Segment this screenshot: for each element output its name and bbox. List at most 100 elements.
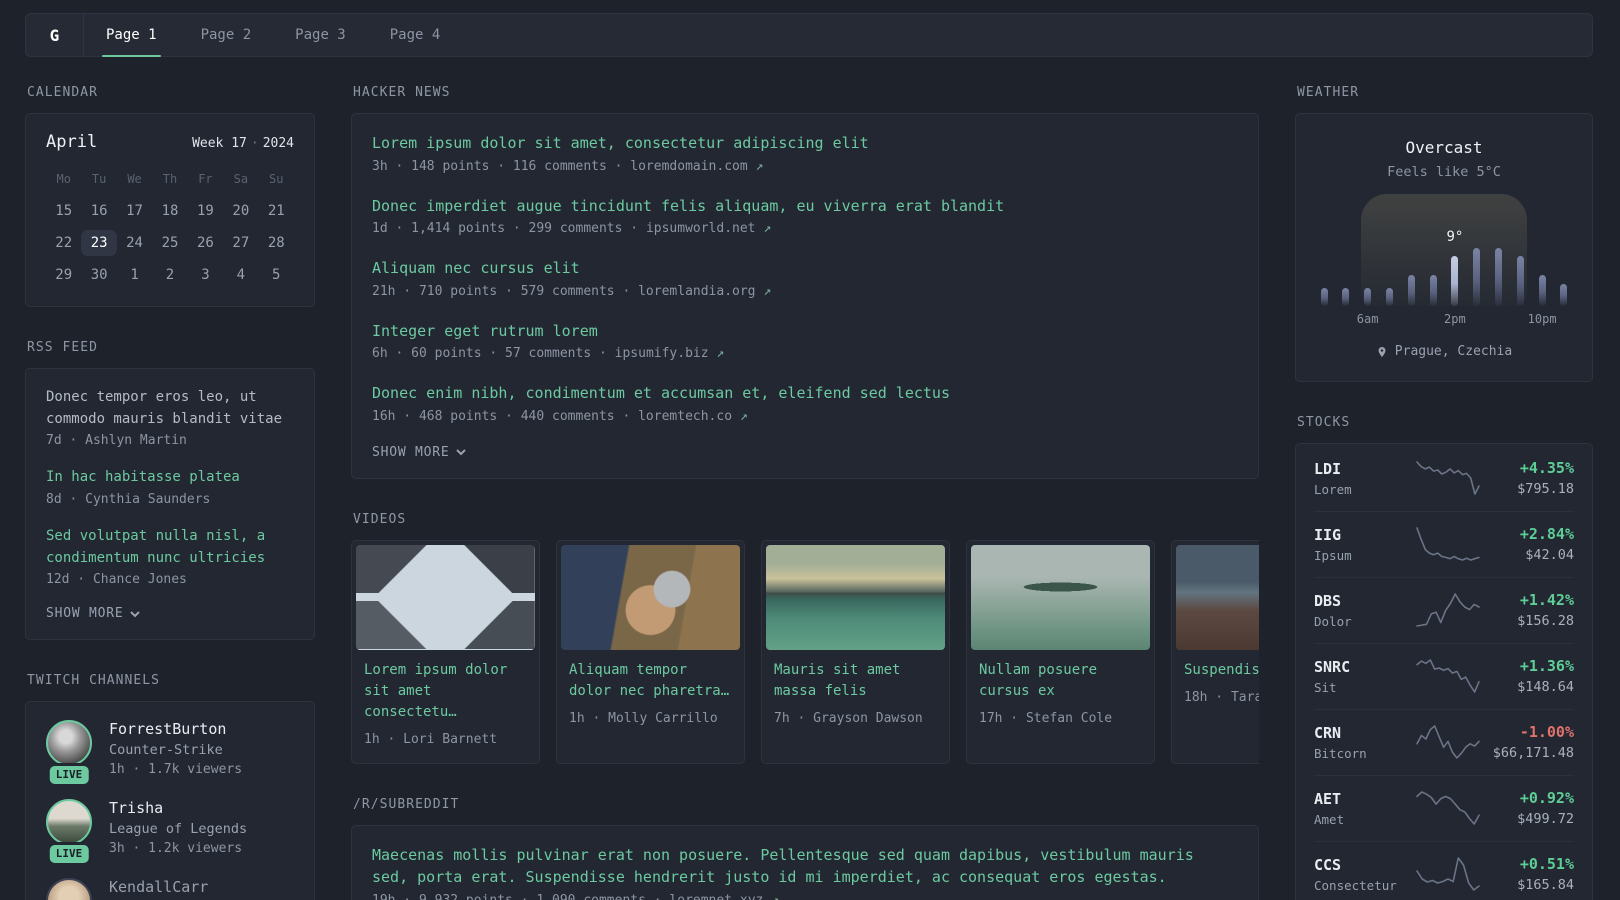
weather-axis-label <box>1516 312 1524 326</box>
weather-bar <box>1473 248 1481 306</box>
hn-item-title[interactable]: Donec imperdiet augue tincidunt felis al… <box>372 195 1238 218</box>
app-logo[interactable]: G <box>26 14 84 56</box>
calendar-month: April <box>46 132 98 152</box>
video-title[interactable]: Lorem ipsum dolor sit amet consectetu… <box>364 660 527 723</box>
hn-item-title[interactable]: Donec enim nibh, condimentum et accumsan… <box>372 382 1238 405</box>
twitch-channel-row[interactable]: LIVE Trisha League of Legends 3h · 1.2k … <box>46 799 294 864</box>
stock-ticker: LDI <box>1314 459 1342 478</box>
hn-item-title[interactable]: Lorem ipsum dolor sit amet, consectetur … <box>372 132 1238 155</box>
dashboard-grid: CALENDAR April Week 17 · 2024 Mo Tu We Th … <box>25 85 1593 900</box>
video-thumbnail[interactable] <box>766 544 945 650</box>
tab-page-4[interactable]: Page 4 <box>368 14 463 56</box>
video-title[interactable]: Suspendisse diam <box>1184 660 1259 681</box>
hn-item: Donec imperdiet augue tincidunt felis al… <box>372 195 1238 237</box>
live-badge: LIVE <box>49 766 89 785</box>
video-card[interactable]: Nullam posuere cursus ex 17h · Stefan Co… <box>966 539 1155 764</box>
weather-bar <box>1429 275 1437 306</box>
twitch-channel-row[interactable]: KendallCarr <box>46 878 294 900</box>
chevron-down-icon <box>456 449 467 456</box>
tab-page-2[interactable]: Page 2 <box>179 14 274 56</box>
subreddit-heading: /R/SUBREDDIT <box>353 796 460 812</box>
hn-item-meta: 1d · 1,414 points · 299 comments · ipsum… <box>372 221 772 236</box>
twitch-channel-category: League of Legends <box>109 821 248 838</box>
external-link-icon: ↗ <box>755 158 764 174</box>
rss-item-title[interactable]: Donec tempor eros leo, ut commodo mauris… <box>46 387 294 430</box>
video-thumbnail[interactable] <box>971 544 1150 650</box>
weather-bar <box>1364 288 1372 306</box>
video-meta: 17h · Stefan Cole <box>979 710 1113 726</box>
video-thumbnail[interactable] <box>356 544 535 650</box>
twitch-channel-name[interactable]: KendallCarr <box>109 878 208 896</box>
tab-page-1[interactable]: Page 1 <box>84 14 179 57</box>
rss-show-more-button[interactable]: SHOW MORE <box>46 606 294 621</box>
video-title[interactable]: Mauris sit amet massa felis <box>774 660 937 702</box>
middle-column: HACKER NEWS Lorem ipsum dolor sit amet, … <box>351 85 1259 900</box>
hn-item-domain[interactable]: loremlandia.org <box>638 284 755 299</box>
reddit-post-meta: 19h · 9,932 points · 1,090 comments · lo… <box>372 893 1238 900</box>
video-card[interactable]: Suspendisse diam 18h · Tara <box>1171 539 1259 764</box>
twitch-channel-row[interactable]: LIVE ForrestBurton Counter-Strike 1h · 1… <box>46 720 294 785</box>
weather-axis-label: 10pm <box>1527 312 1557 326</box>
stock-sparkline <box>1416 527 1480 561</box>
stock-sparkline <box>1416 857 1480 891</box>
video-thumbnail[interactable] <box>561 544 740 650</box>
twitch-channel-name[interactable]: ForrestBurton <box>109 720 242 738</box>
calendar-week: Week 17 · 2024 <box>192 136 294 151</box>
stock-ticker: CRN <box>1314 723 1342 742</box>
stock-ticker: AET <box>1314 789 1342 808</box>
video-meta: 7h · Grayson Dawson <box>774 710 923 726</box>
tab-page-3[interactable]: Page 3 <box>273 14 368 56</box>
external-link-icon: ↗ <box>763 283 772 299</box>
video-card[interactable]: Mauris sit amet massa felis 7h · Grayson… <box>761 539 950 764</box>
weather-bar <box>1342 288 1350 306</box>
weather-heading: WEATHER <box>1297 85 1360 100</box>
hn-item-domain[interactable]: loremdomain.com <box>630 159 747 174</box>
hn-item-title[interactable]: Integer eget rutrum lorem <box>372 320 1238 343</box>
hn-item-title[interactable]: Aliquam nec cursus elit <box>372 257 1238 280</box>
video-title[interactable]: Nullam posuere cursus ex <box>979 660 1142 702</box>
calendar-day: 26 <box>196 235 214 251</box>
hn-item-domain[interactable]: ipsumify.biz <box>615 346 709 361</box>
hacker-news-heading: HACKER NEWS <box>353 85 451 100</box>
stock-price: $42.04 <box>1525 547 1574 563</box>
subreddit-card: Maecenas mollis pulvinar erat non posuer… <box>351 824 1259 900</box>
reddit-post-title[interactable]: Maecenas mollis pulvinar erat non posuer… <box>372 844 1238 889</box>
calendar-day: 29 <box>55 267 73 283</box>
stock-ticker: IIG <box>1314 525 1342 544</box>
weather-axis-label <box>1560 312 1568 326</box>
videos-row: Lorem ipsum dolor sit amet consectetu… 1… <box>351 539 1259 764</box>
weather-section: WEATHER Overcast Feels like 5°C 9° 6am 2p… <box>1295 85 1593 382</box>
stock-name: Sit <box>1314 679 1337 695</box>
video-card[interactable]: Aliquam tempor dolor nec pharetra… 1h · … <box>556 539 745 764</box>
rss-item: Sed volutpat nulla nisl, a condimentum n… <box>46 526 294 587</box>
stock-ticker: SNRC <box>1314 657 1351 676</box>
video-card[interactable]: Lorem ipsum dolor sit amet consectetu… 1… <box>351 539 540 764</box>
hn-item-domain[interactable]: ipsumworld.net <box>646 221 756 236</box>
weather-bars: 9° <box>1320 210 1568 306</box>
video-meta: 18h · Tara <box>1184 689 1259 705</box>
video-meta: 1h · Molly Carrillo <box>569 710 718 726</box>
rss-item-title[interactable]: In hac habitasse platea <box>46 467 294 489</box>
calendar-day: 24 <box>126 235 143 251</box>
rss-item-meta: 12d · Chance Jones <box>46 572 187 588</box>
hn-item-domain[interactable]: loremtech.co <box>638 409 732 424</box>
reddit-post-domain[interactable]: loremnet.xyz <box>669 893 763 900</box>
video-thumbnail[interactable] <box>1176 544 1259 650</box>
calendar-day: 27 <box>232 235 250 251</box>
weather-axis-label <box>1342 312 1350 326</box>
weather-feels-like: Feels like 5°C <box>1387 164 1501 180</box>
weather-axis-label <box>1495 312 1503 326</box>
calendar-day: 22 <box>55 235 73 251</box>
calendar-day: 25 <box>161 235 179 251</box>
hacker-news-section: HACKER NEWS Lorem ipsum dolor sit amet, … <box>351 85 1259 479</box>
stock-price: $499.72 <box>1517 811 1574 827</box>
hn-item-meta: 16h · 468 points · 440 comments · loremt… <box>372 408 748 424</box>
rss-item-title[interactable]: Sed volutpat nulla nisl, a condimentum n… <box>46 526 294 569</box>
video-title[interactable]: Aliquam tempor dolor nec pharetra… <box>569 660 732 702</box>
stocks-section: STOCKS LDI Lorem +4.35% $795.18 IIG Ipsu… <box>1295 415 1593 900</box>
weather-axis-label: 6am <box>1356 312 1379 326</box>
twitch-channel-name[interactable]: Trisha <box>109 799 247 817</box>
hn-show-more-button[interactable]: SHOW MORE <box>372 445 1238 460</box>
avatar <box>46 878 92 900</box>
stock-name: Lorem <box>1314 481 1352 497</box>
